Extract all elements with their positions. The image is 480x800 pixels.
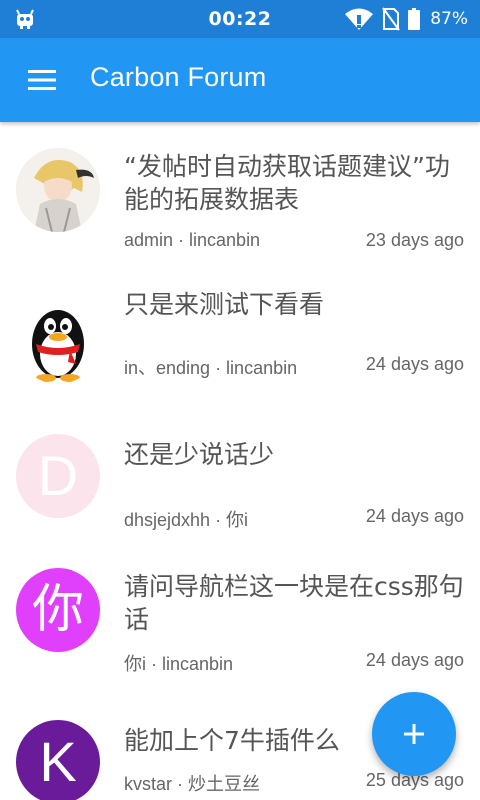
topic-authors: in、ending · lincanbin	[124, 358, 298, 378]
avatar-letter: D	[37, 444, 79, 507]
topic-item[interactable]: D 还是少说话少 dhsjejdxhh · 你i 24 days ago	[0, 392, 480, 532]
topic-time: 24 days ago	[365, 650, 464, 670]
status-icons: 87%	[344, 7, 468, 31]
penguin-avatar-icon	[32, 310, 84, 382]
battery-percent: 87%	[430, 9, 468, 29]
new-topic-button[interactable]	[372, 692, 456, 776]
avatar[interactable]	[16, 300, 100, 384]
avatar[interactable]: 你	[16, 568, 100, 652]
wifi-icon	[345, 8, 374, 30]
avatar[interactable]: K	[16, 720, 100, 800]
plus-icon	[404, 724, 424, 744]
topic-time: 24 days ago	[365, 506, 464, 526]
avatar-letter: K	[39, 730, 77, 793]
topic-item[interactable]: 只是来测试下看看 in、ending · lincanbin 24 days a…	[0, 262, 480, 392]
topic-item[interactable]: 你 请问导航栏这一块是在css那句话 你i · lincanbin 24 day…	[0, 532, 480, 692]
topic-meta: admin · lincanbin 23 days ago	[124, 230, 464, 251]
topic-authors: dhsjejdxhh · 你i	[124, 510, 249, 530]
topic-title[interactable]: 请问导航栏这一块是在css那句话	[124, 570, 468, 636]
topic-item[interactable]: “发帖时自动获取话题建议”功能的拓展数据表 admin · lincanbin …	[0, 122, 480, 262]
topic-authors: admin · lincanbin	[124, 230, 261, 250]
topic-authors: kvstar · 炒土豆丝	[124, 774, 261, 794]
topic-meta: 你i · lincanbin 24 days ago	[124, 650, 464, 676]
avatar-letter: 你	[31, 581, 84, 639]
avatar[interactable]	[16, 148, 100, 232]
topic-time: 24 days ago	[365, 354, 464, 374]
topic-meta: in、ending · lincanbin 24 days ago	[124, 354, 464, 380]
app-bar: Carbon Forum	[0, 38, 480, 122]
topic-title[interactable]: “发帖时自动获取话题建议”功能的拓展数据表	[124, 150, 468, 216]
status-bar: 00:22 87%	[0, 0, 480, 38]
topic-title[interactable]: 还是少说话少	[124, 438, 468, 471]
hamburger-menu-icon[interactable]	[20, 62, 64, 98]
anime-character-avatar-icon	[16, 148, 100, 232]
battery-icon	[408, 8, 421, 30]
topic-time: 23 days ago	[365, 230, 464, 250]
avatar[interactable]: D	[16, 434, 100, 518]
app-title: Carbon Forum	[90, 62, 267, 92]
no-sim-icon	[382, 7, 401, 31]
topic-authors: 你i · lincanbin	[124, 654, 234, 674]
topic-title[interactable]: 只是来测试下看看	[124, 288, 468, 321]
topic-meta: dhsjejdxhh · 你i 24 days ago	[124, 506, 464, 532]
